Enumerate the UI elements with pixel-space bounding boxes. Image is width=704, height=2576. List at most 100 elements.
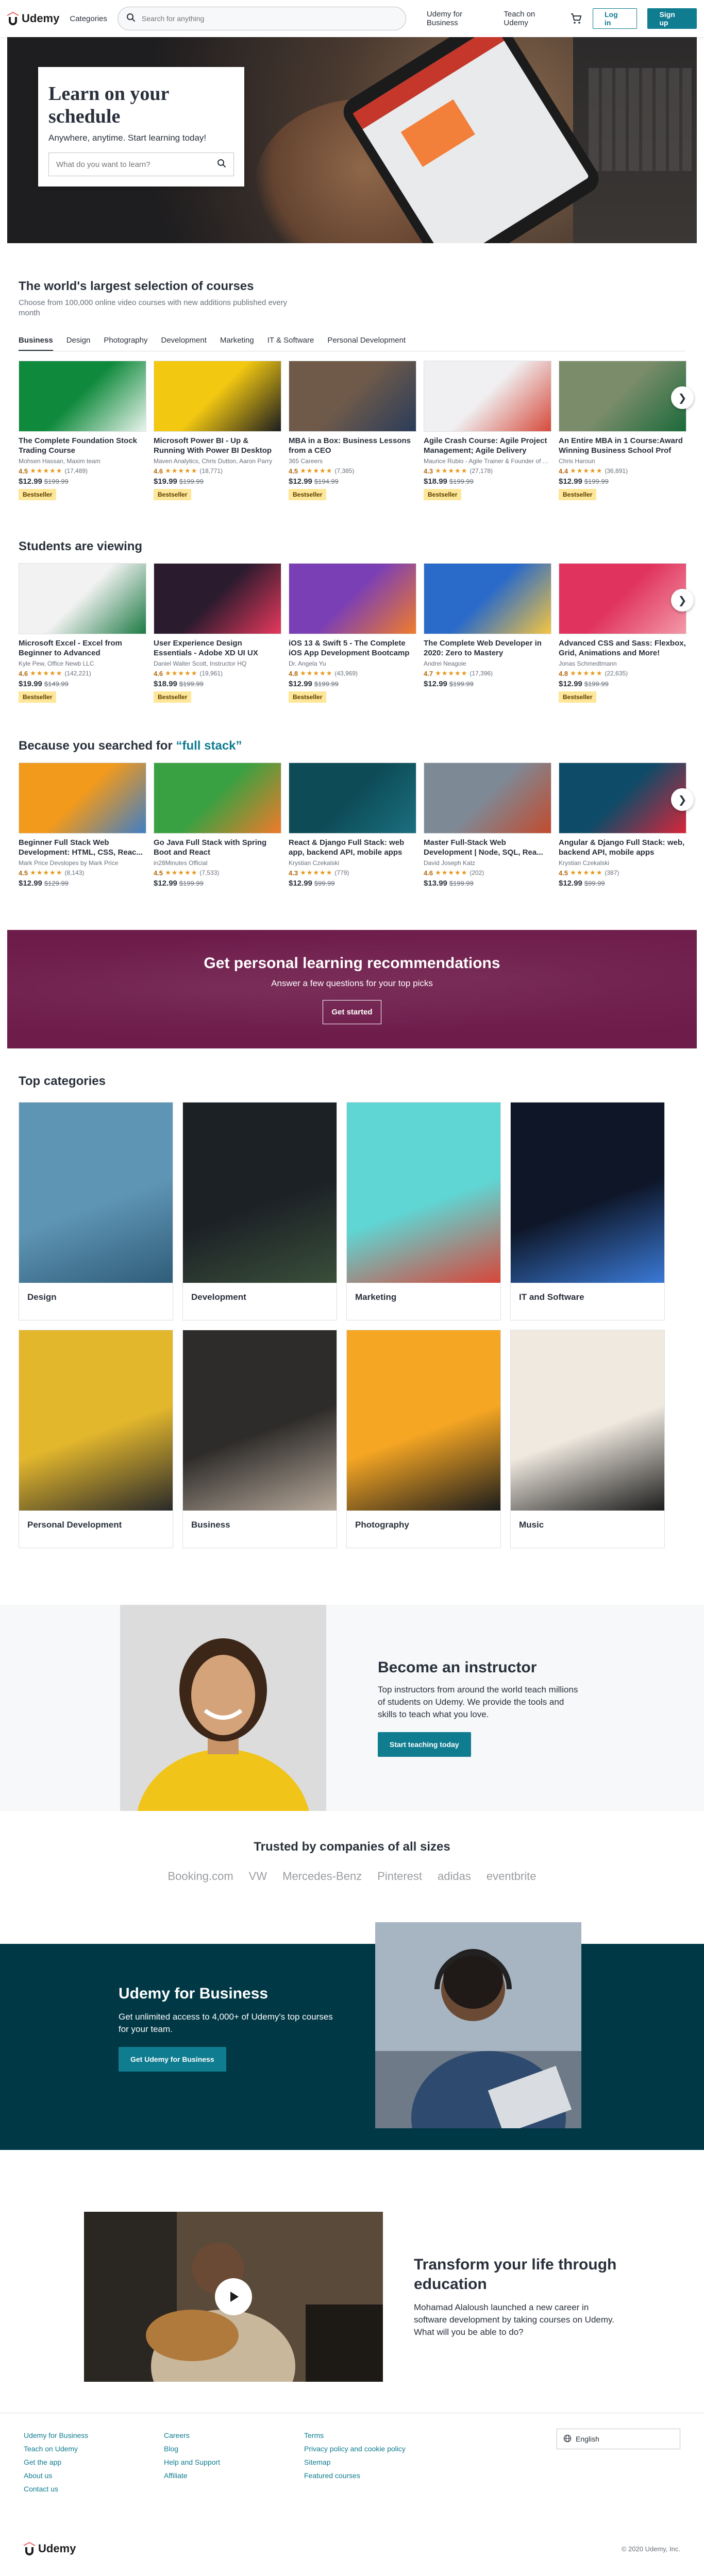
rating-count: (27,178) xyxy=(470,467,493,474)
category-tile-it-and-software[interactable]: IT and Software xyxy=(510,1102,665,1320)
current-price: $12.99 xyxy=(289,879,312,888)
category-grid: Design Development Marketing IT and Softwar… xyxy=(19,1102,685,1548)
category-tile-design[interactable]: Design xyxy=(19,1102,173,1320)
categories-menu[interactable]: Categories xyxy=(70,14,107,23)
udemy-logo[interactable]: Udemy xyxy=(7,12,59,25)
category-tile-business[interactable]: Business xyxy=(182,1330,337,1548)
hero-title: Learn on your schedule xyxy=(48,83,169,127)
rating-value: 4.6 xyxy=(154,467,163,475)
category-tile-development[interactable]: Development xyxy=(182,1102,337,1320)
course-author: Maven Analytics, Chris Dutton, Aaron Par… xyxy=(154,457,273,465)
course-card[interactable]: React & Django Full Stack: web app, back… xyxy=(289,762,416,888)
course-title: Agile Crash Course: Agile Project Manage… xyxy=(424,436,547,455)
tab-it-software[interactable]: IT & Software xyxy=(267,331,314,351)
cart-icon[interactable] xyxy=(570,12,582,25)
course-rating: 4.8 ★★★★★ (43,969) xyxy=(289,669,416,677)
tab-marketing[interactable]: Marketing xyxy=(220,331,254,351)
start-teaching-button[interactable]: Start teaching today xyxy=(378,1732,471,1757)
category-label: Business xyxy=(191,1520,230,1530)
course-card[interactable]: Master Full-Stack Web Development | Node… xyxy=(424,762,551,888)
footer-link[interactable]: Featured courses xyxy=(304,2469,444,2482)
rating-value: 4.5 xyxy=(19,869,28,877)
current-price: $12.99 xyxy=(559,680,582,688)
footer-link[interactable]: Affiliate xyxy=(164,2469,304,2482)
footer-link[interactable]: Udemy for Business xyxy=(24,2429,164,2442)
course-card[interactable]: An Entire MBA in 1 Course:Award Winning … xyxy=(559,361,686,500)
course-rating: 4.3 ★★★★★ (27,178) xyxy=(424,467,551,475)
footer-link[interactable]: Get the app xyxy=(24,2455,164,2469)
search-icon[interactable] xyxy=(217,159,226,171)
tab-personal-development[interactable]: Personal Development xyxy=(327,331,406,351)
current-price: $19.99 xyxy=(19,680,42,688)
search-icon[interactable] xyxy=(126,13,136,25)
footer-column: Terms Privacy policy and cookie policy Sit… xyxy=(304,2429,444,2496)
course-card[interactable]: MBA in a Box: Business Lessons from a CE… xyxy=(289,361,416,500)
course-card[interactable]: Microsoft Power BI - Up & Running With P… xyxy=(154,361,281,500)
get-udemy-business-button[interactable]: Get Udemy for Business xyxy=(119,2047,226,2072)
teach-on-udemy-link[interactable]: Teach on Udemy xyxy=(504,10,560,27)
course-card[interactable]: Agile Crash Course: Agile Project Manage… xyxy=(424,361,551,500)
tab-design[interactable]: Design xyxy=(66,331,91,351)
tab-development[interactable]: Development xyxy=(161,331,206,351)
signup-button[interactable]: Sign up xyxy=(647,8,697,29)
category-label: IT and Software xyxy=(519,1292,584,1302)
tab-business[interactable]: Business xyxy=(19,331,53,351)
top-categories-section: Top categories Design Development Marketin… xyxy=(0,1074,704,1548)
category-tile-marketing[interactable]: Marketing xyxy=(346,1102,501,1320)
footer-link[interactable]: Contact us xyxy=(24,2482,164,2496)
udemy-for-business-link[interactable]: Udemy for Business xyxy=(427,10,493,27)
category-tile-music[interactable]: Music xyxy=(510,1330,665,1548)
carousel-next-icon[interactable]: ❯ xyxy=(671,589,694,612)
course-card[interactable]: Advanced CSS and Sass: Flexbox, Grid, An… xyxy=(559,563,686,703)
transform-title: Transform your life through education xyxy=(414,2256,617,2293)
star-icons: ★★★★★ xyxy=(435,467,468,474)
course-card[interactable]: Angular & Django Full Stack: web, backen… xyxy=(559,762,686,888)
footer-link[interactable]: Privacy policy and cookie policy xyxy=(304,2442,444,2455)
course-thumbnail xyxy=(424,361,551,432)
footer-logo[interactable]: Udemy xyxy=(24,2542,76,2555)
course-author: Krystian Czekalski xyxy=(289,859,340,867)
hero-search-bar xyxy=(48,152,234,176)
course-rating: 4.3 ★★★★★ (779) xyxy=(289,869,416,877)
course-author: Andrei Neagoie xyxy=(424,660,466,667)
category-label: Design xyxy=(27,1292,57,1302)
category-tile-photography[interactable]: Photography xyxy=(346,1330,501,1548)
company-logos: Booking.com VW Mercedes-Benz Pinterest adida… xyxy=(0,1870,704,1883)
company-logo: eventbrite xyxy=(486,1870,537,1883)
tab-photography[interactable]: Photography xyxy=(104,331,147,351)
rating-count: (387) xyxy=(605,869,619,876)
footer-link[interactable]: About us xyxy=(24,2469,164,2482)
footer-link[interactable]: Terms xyxy=(304,2429,444,2442)
language-selector[interactable]: English xyxy=(557,2429,680,2449)
recommendations-banner: Get personal learning recommendations An… xyxy=(7,930,697,1048)
carousel-next-icon[interactable]: ❯ xyxy=(671,788,694,811)
company-logo: Booking.com xyxy=(167,1870,233,1883)
category-tile-personal-development[interactable]: Personal Development xyxy=(19,1330,173,1548)
login-button[interactable]: Log in xyxy=(592,8,638,29)
footer-link[interactable]: Help and Support xyxy=(164,2455,304,2469)
footer-link[interactable]: Blog xyxy=(164,2442,304,2455)
course-card[interactable]: User Experience Design Essentials - Adob… xyxy=(154,563,281,703)
course-card[interactable]: The Complete Web Developer in 2020: Zero… xyxy=(424,563,551,703)
search-input[interactable] xyxy=(141,14,397,23)
get-started-button[interactable]: Get started xyxy=(323,999,381,1024)
largest-selection-section: The world's largest selection of courses… xyxy=(0,279,704,500)
footer-link[interactable]: Teach on Udemy xyxy=(24,2442,164,2455)
hero-search-input[interactable] xyxy=(56,160,217,169)
course-card[interactable]: iOS 13 & Swift 5 - The Complete iOS App … xyxy=(289,563,416,703)
course-rating: 4.4 ★★★★★ (36,891) xyxy=(559,467,686,475)
course-card[interactable]: Beginner Full Stack Web Development: HTM… xyxy=(19,762,146,888)
star-icons: ★★★★★ xyxy=(570,869,603,876)
footer-link[interactable]: Careers xyxy=(164,2429,304,2442)
instructor-title: Become an instructor xyxy=(378,1659,537,1676)
carousel-next-icon[interactable]: ❯ xyxy=(671,386,694,409)
play-icon[interactable] xyxy=(215,2278,252,2315)
course-card[interactable]: Microsoft Excel - Excel from Beginner to… xyxy=(19,563,146,703)
course-card[interactable]: Go Java Full Stack with Spring Boot and … xyxy=(154,762,281,888)
search-query-link[interactable]: “full stack” xyxy=(176,739,242,753)
course-price: $12.99 $99.99 xyxy=(559,879,686,888)
footer-link[interactable]: Sitemap xyxy=(304,2455,444,2469)
story-video[interactable] xyxy=(84,2212,383,2382)
course-card[interactable]: The Complete Foundation Stock Trading Co… xyxy=(19,361,146,500)
section-title: Because you searched for “full stack” xyxy=(19,739,685,753)
